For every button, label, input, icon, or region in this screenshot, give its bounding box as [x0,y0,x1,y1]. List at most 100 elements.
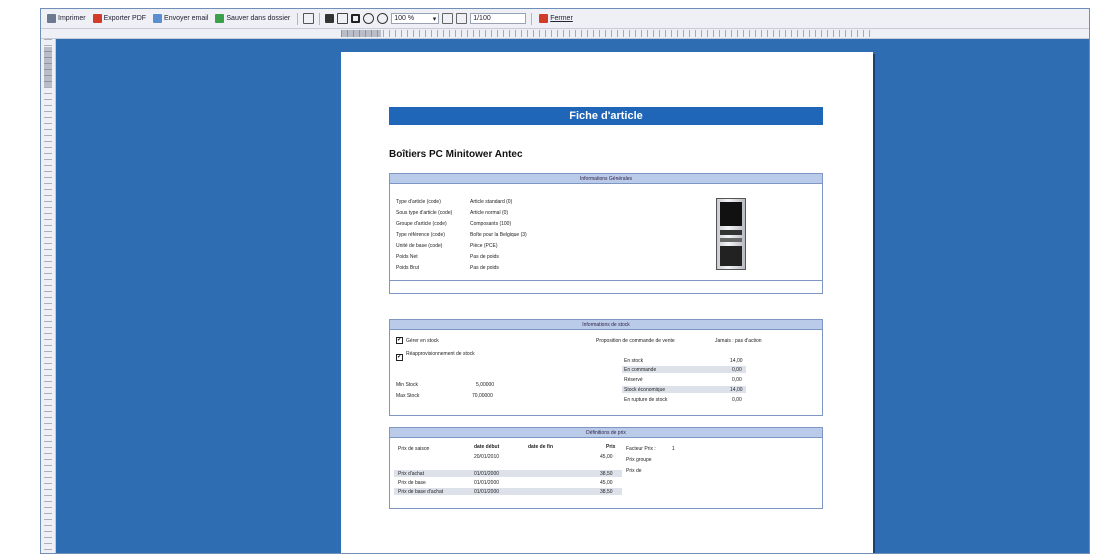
general-value: Article standard (0) [470,199,513,205]
price-row-start: 01/01/2000 [474,471,500,477]
printer-icon [47,14,56,23]
print-label: Imprimer [58,15,86,22]
zoom-in-icon[interactable] [363,13,375,24]
general-value: Pièce (PCE) [470,243,498,249]
general-info-section: Informations Générales Type d'article (c… [389,173,823,294]
send-email-button[interactable]: Envoyer email [151,14,210,23]
ruler-ticks [44,39,52,553]
price-section: Définitions de prix date début date de f… [389,427,823,509]
price-of-label: Prix de [626,468,642,474]
zoom-out-icon[interactable] [377,13,389,24]
previous-page-icon[interactable] [442,13,454,24]
stock-row-value: 14,00 [730,387,743,393]
article-name: Boîtiers PC Minitower Antec [389,149,523,160]
general-info-header: Informations Générales [390,174,822,184]
price-row-value: 45,00 [600,454,613,460]
ruler-ticks [341,30,871,37]
max-stock-value: 70,00000 [472,393,493,399]
general-value: Article normal (0) [470,210,509,216]
send-email-label: Envoyer email [164,15,209,22]
price-row-label: Prix de saison [398,446,430,452]
manage-stock-checkbox[interactable]: ✓ [396,337,403,344]
price-row-start: 01/01/2000 [474,489,500,495]
reorder-checkbox[interactable]: ✓ [396,354,403,361]
col-price-header: Prix [606,444,616,450]
binoculars-icon[interactable] [325,14,335,23]
row-shade [394,470,622,477]
copy-icon[interactable] [303,13,315,24]
vertical-ruler [41,39,56,553]
stock-row-label: Stock économique [624,387,666,393]
price-factor-value: 1 [672,446,675,452]
price-row-value: 45,00 [600,480,613,486]
min-stock-value: 5,00000 [476,382,495,388]
page-number-input[interactable]: 1/100 [470,13,527,24]
export-pdf-label: Exporter PDF [103,15,147,22]
general-label: Poids Net [396,254,418,260]
fit-page-icon[interactable] [351,14,361,23]
proposal-label: Proposition de commande de vente [596,338,675,344]
price-row-value: 38,50 [600,471,613,477]
export-pdf-button[interactable]: Exporter PDF [91,14,148,23]
general-label: Groupe d'article (code) [396,221,447,227]
price-row-label: Prix de base d'achat [398,489,444,495]
toolbar-separator [297,12,299,25]
manage-stock-label: Gérer en stock [406,338,439,344]
horizontal-ruler [41,29,1089,39]
price-row-label: Prix de base [398,480,426,486]
toolbar-separator [319,12,321,25]
product-image [716,198,746,270]
report-title: Fiche d'article [389,107,823,125]
price-row-value: 38,50 [600,489,613,495]
next-page-icon[interactable] [456,13,468,24]
min-stock-label: Min Stock [396,382,418,388]
general-label: Sous type d'article (code) [396,210,453,216]
divider [390,280,822,281]
general-label: Type référence (code) [396,232,445,238]
price-row-start: 01/01/2000 [474,480,500,486]
general-label: Type d'article (code) [396,199,441,205]
stock-row-label: En rupture de stock [624,397,668,403]
stock-info-section: Informations de stock ✓ Gérer en stock ✓… [389,319,823,416]
toolbar: Imprimer Exporter PDF Envoyer email Sauv… [41,9,1089,29]
price-factor-label: Facteur Prix : [626,446,656,452]
general-value: Composants (100) [470,221,512,227]
price-group-label: Prix groupe [626,457,652,463]
stock-info-header: Informations de stock [390,320,822,330]
stock-row-label: En stock [624,358,644,364]
stock-row-value: 0,00 [732,367,742,373]
col-end-header: date de fin [528,444,554,450]
zoom-select[interactable]: 100 % ▾ [391,13,440,24]
stock-row-label: Réservé [624,377,643,383]
chevron-down-icon: ▾ [432,15,437,23]
price-row-label: Prix d'achat [398,471,424,477]
close-label: Fermer [550,15,573,22]
stock-row-label: En commande [624,367,657,373]
stock-row-value: 0,00 [732,377,742,383]
stock-row-value: 14,00 [730,358,743,364]
print-button[interactable]: Imprimer [45,14,88,23]
page-number-value: 1/100 [473,15,491,22]
toolbar-separator [531,12,533,25]
close-button[interactable]: Fermer [537,14,575,23]
general-value: Pas de poids [470,254,499,260]
folder-icon [215,14,225,23]
stock-row-value: 0,00 [732,397,742,403]
zoom-value: 100 % [394,15,415,22]
general-value: Pas de poids [470,265,499,271]
save-folder-button[interactable]: Sauver dans dossier [213,14,292,23]
report-viewer-window: Imprimer Exporter PDF Envoyer email Sauv… [40,8,1090,554]
pdf-icon [92,14,102,23]
general-label: Poids Brut [396,265,420,271]
email-icon [153,14,163,23]
proposal-type-value: Jamais : pas d'action [715,338,762,344]
max-stock-label: Max Stock [396,393,420,399]
general-value: Boîte pour la Belgique (3) [470,232,527,238]
close-icon [539,14,549,23]
reorder-label: Réapprovisionnement de stock [406,351,475,357]
price-header: Définitions de prix [390,428,822,438]
col-start-header: date début [474,444,500,450]
single-page-icon[interactable] [337,13,349,24]
report-page: Fiche d'article Boîtiers PC Minitower An… [341,52,873,553]
save-folder-label: Sauver dans dossier [226,15,291,22]
